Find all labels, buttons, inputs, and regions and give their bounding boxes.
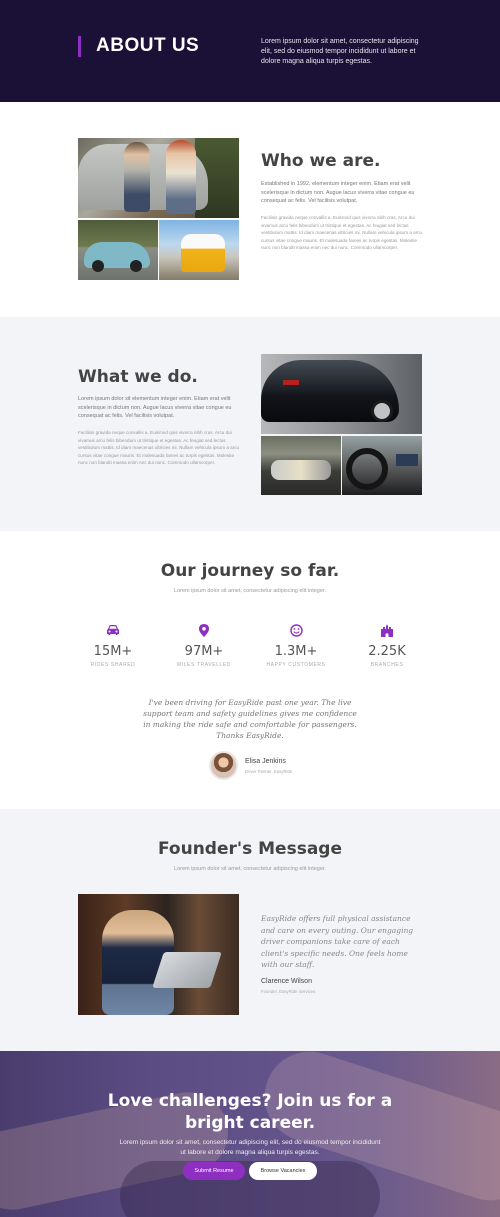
careers-description: Lorem ipsum dolor sit amet, consectetur … xyxy=(119,1139,381,1156)
stat-miles: 97M+ MILES TRAVELLED xyxy=(164,624,244,668)
smile-icon xyxy=(289,624,303,638)
journey-title: Our journey so far. xyxy=(160,561,340,581)
car-icon xyxy=(106,624,120,638)
vintage-beetle-photo xyxy=(78,220,158,280)
page-title: ABOUT US xyxy=(96,35,200,56)
testimonial-role: Driver Partner, EasyRide xyxy=(245,769,293,774)
map-pin-icon xyxy=(197,624,211,638)
stat-label: HAPPY CUSTOMERS xyxy=(266,662,326,668)
who-title: Who we are. xyxy=(261,151,381,171)
parking-lot-photo xyxy=(261,436,341,495)
founder-photo xyxy=(78,894,239,1015)
yellow-van-photo xyxy=(159,220,239,280)
stat-label: BRANCHES xyxy=(370,662,404,668)
what-title: What we do. xyxy=(78,367,198,387)
journey-subtitle: Lorem ipsum dolor sit amet, consectetur … xyxy=(174,588,326,594)
black-sedan-photo xyxy=(261,354,422,434)
who-lead: Established in 1992, elementum integer e… xyxy=(261,181,415,204)
stat-label: RIDES SHARED xyxy=(90,662,136,668)
stat-value: 1.3M+ xyxy=(274,644,318,659)
careers-title: Love challenges? Join us for a bright ca… xyxy=(107,1091,393,1133)
what-section xyxy=(0,317,500,531)
hero-description: Lorem ipsum dolor sit amet, consectetur … xyxy=(261,38,419,65)
founder-title: Founder's Message xyxy=(158,839,342,859)
founder-role: Founder, EasyRide Services xyxy=(261,989,316,994)
stat-value: 2.25K xyxy=(368,644,406,659)
hero-accent-bar xyxy=(78,36,81,57)
dashboard-photo xyxy=(342,436,422,495)
founder-quote: EasyRide offers full physical assistance… xyxy=(261,914,414,969)
stat-value: 15M+ xyxy=(93,644,133,659)
what-lead: Lorem ipsum dolor sit elementum integer … xyxy=(78,396,232,419)
careers-banner: Love challenges? Join us for a bright ca… xyxy=(0,1051,500,1217)
branch-icon xyxy=(380,624,394,638)
submit-resume-button[interactable]: Submit Resume xyxy=(183,1162,245,1180)
stat-value: 97M+ xyxy=(184,644,224,659)
who-body: Facilisis gravida neque convallis a. Eui… xyxy=(261,215,423,250)
stat-branches: 2.25K BRANCHES xyxy=(347,624,427,668)
about-hero: ABOUT US Lorem ipsum dolor sit amet, con… xyxy=(0,0,500,102)
founder-name: Clarence Wilson xyxy=(261,978,312,985)
stat-rides: 15M+ RIDES SHARED xyxy=(73,624,153,668)
avatar xyxy=(209,751,238,780)
browse-vacancies-button[interactable]: Browse Vacancies xyxy=(249,1162,317,1180)
stat-customers: 1.3M+ HAPPY CUSTOMERS xyxy=(256,624,336,668)
kids-on-car-photo xyxy=(78,138,239,218)
testimonial-name: Elisa Jenkins xyxy=(245,758,286,765)
what-body: Facilisis gravida neque convallis a. Eui… xyxy=(78,430,240,465)
stat-label: MILES TRAVELLED xyxy=(176,662,232,668)
founder-subtitle: Lorem ipsum dolor sit amet, consectetur … xyxy=(174,866,326,872)
testimonial-quote: I've been driving for EasyRide past one … xyxy=(143,698,357,740)
